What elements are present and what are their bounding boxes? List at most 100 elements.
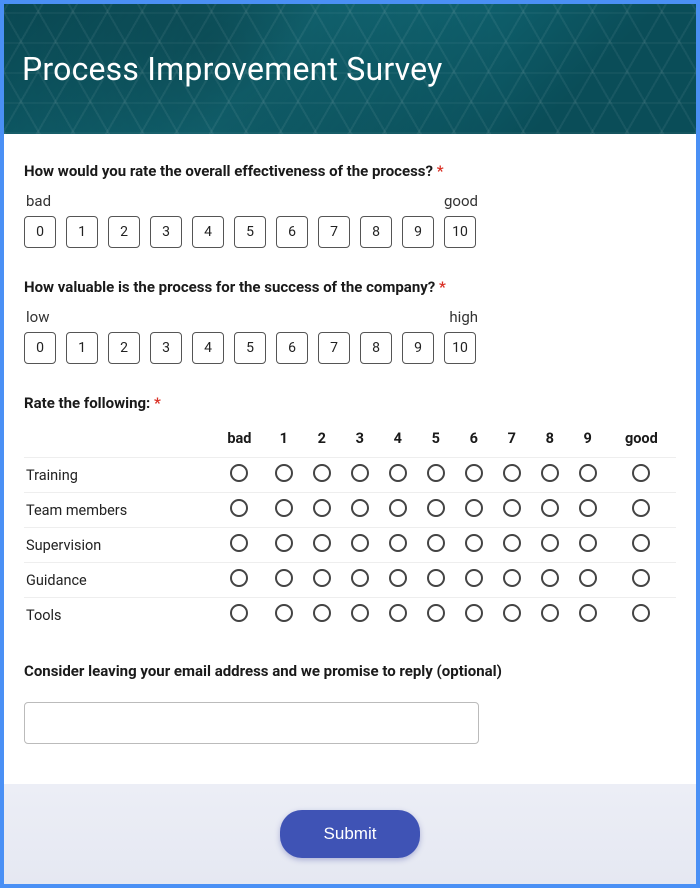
matrix-radio[interactable]	[313, 604, 331, 622]
matrix-row: Team members	[24, 493, 676, 528]
matrix-radio[interactable]	[503, 534, 521, 552]
matrix-radio[interactable]	[230, 534, 248, 552]
rating-option[interactable]: 1	[66, 216, 98, 248]
rating-option[interactable]: 3	[150, 216, 182, 248]
rating-option[interactable]: 7	[318, 332, 350, 364]
rating-option[interactable]: 8	[360, 332, 392, 364]
matrix-radio[interactable]	[632, 569, 650, 587]
matrix-radio[interactable]	[427, 534, 445, 552]
rating-option[interactable]: 2	[108, 216, 140, 248]
question-value: How valuable is the process for the succ…	[24, 278, 676, 364]
matrix-radio[interactable]	[579, 604, 597, 622]
matrix-radio[interactable]	[541, 499, 559, 517]
matrix-radio[interactable]	[230, 569, 248, 587]
matrix-radio[interactable]	[541, 464, 559, 482]
matrix-radio[interactable]	[389, 464, 407, 482]
matrix-radio[interactable]	[389, 604, 407, 622]
rating-option[interactable]: 9	[402, 332, 434, 364]
matrix-cell	[214, 493, 265, 528]
matrix-radio[interactable]	[313, 534, 331, 552]
matrix-cell	[379, 493, 417, 528]
matrix-radio[interactable]	[351, 604, 369, 622]
matrix-radio[interactable]	[541, 534, 559, 552]
matrix-radio[interactable]	[503, 499, 521, 517]
matrix-radio[interactable]	[465, 569, 483, 587]
matrix-radio[interactable]	[427, 604, 445, 622]
matrix-radio[interactable]	[275, 534, 293, 552]
rating-option[interactable]: 5	[234, 216, 266, 248]
rating-option[interactable]: 7	[318, 216, 350, 248]
matrix-radio[interactable]	[465, 604, 483, 622]
matrix-radio[interactable]	[465, 464, 483, 482]
rating-option[interactable]: 4	[192, 332, 224, 364]
matrix-radio[interactable]	[503, 604, 521, 622]
matrix-radio[interactable]	[427, 499, 445, 517]
matrix-radio[interactable]	[389, 499, 407, 517]
matrix-radio[interactable]	[579, 569, 597, 587]
matrix-col-header: 6	[455, 424, 493, 458]
email-field[interactable]	[24, 702, 479, 744]
matrix-radio[interactable]	[389, 534, 407, 552]
matrix-radio[interactable]	[632, 604, 650, 622]
required-marker: *	[439, 278, 446, 296]
matrix-radio[interactable]	[427, 569, 445, 587]
matrix-radio[interactable]	[503, 464, 521, 482]
rating-option[interactable]: 8	[360, 216, 392, 248]
matrix-cell	[607, 563, 676, 598]
matrix-radio[interactable]	[275, 499, 293, 517]
rating-option[interactable]: 6	[276, 216, 308, 248]
matrix-radio[interactable]	[351, 464, 369, 482]
rating-option[interactable]: 10	[444, 332, 476, 364]
matrix-radio[interactable]	[427, 464, 445, 482]
matrix-radio[interactable]	[541, 569, 559, 587]
matrix-radio[interactable]	[579, 499, 597, 517]
rating-option[interactable]: 0	[24, 332, 56, 364]
rating-option[interactable]: 0	[24, 216, 56, 248]
matrix-radio[interactable]	[313, 464, 331, 482]
matrix-cell	[265, 598, 303, 633]
matrix-cell	[379, 598, 417, 633]
matrix-radio[interactable]	[351, 569, 369, 587]
matrix-cell	[214, 598, 265, 633]
matrix-radio[interactable]	[465, 499, 483, 517]
rating-option[interactable]: 4	[192, 216, 224, 248]
matrix-radio[interactable]	[632, 534, 650, 552]
question-label: Consider leaving your email address and …	[24, 662, 676, 680]
matrix-radio[interactable]	[230, 604, 248, 622]
matrix-radio[interactable]	[313, 499, 331, 517]
matrix-radio[interactable]	[275, 569, 293, 587]
matrix-radio[interactable]	[275, 604, 293, 622]
matrix-header-row: bad 1 2 3 4 5 6 7 8 9 good	[24, 424, 676, 458]
rating-option[interactable]: 10	[444, 216, 476, 248]
rating-option[interactable]: 3	[150, 332, 182, 364]
scale-low-label: low	[26, 308, 49, 326]
matrix-radio[interactable]	[579, 464, 597, 482]
matrix-radio[interactable]	[503, 569, 521, 587]
matrix-radio[interactable]	[351, 534, 369, 552]
matrix-row: Supervision	[24, 528, 676, 563]
matrix-radio[interactable]	[579, 534, 597, 552]
matrix-radio[interactable]	[541, 604, 559, 622]
matrix-radio[interactable]	[313, 569, 331, 587]
matrix-cell	[493, 528, 531, 563]
rating-option[interactable]: 2	[108, 332, 140, 364]
survey-frame: Process Improvement Survey How would you…	[0, 0, 700, 888]
matrix-radio[interactable]	[351, 499, 369, 517]
rating-option[interactable]: 5	[234, 332, 266, 364]
matrix-radio[interactable]	[230, 464, 248, 482]
matrix-radio[interactable]	[632, 499, 650, 517]
matrix-radio[interactable]	[275, 464, 293, 482]
rating-option[interactable]: 1	[66, 332, 98, 364]
submit-button[interactable]: Submit	[280, 810, 421, 858]
matrix-radio[interactable]	[230, 499, 248, 517]
rating-option[interactable]: 9	[402, 216, 434, 248]
matrix-corner	[24, 424, 214, 458]
matrix-cell	[569, 563, 607, 598]
matrix-radio[interactable]	[632, 464, 650, 482]
matrix-radio[interactable]	[465, 534, 483, 552]
survey-footer: Submit	[4, 784, 696, 884]
rating-option[interactable]: 6	[276, 332, 308, 364]
matrix-cell	[214, 563, 265, 598]
matrix-radio[interactable]	[389, 569, 407, 587]
scale-endlabels: low high	[24, 308, 480, 326]
